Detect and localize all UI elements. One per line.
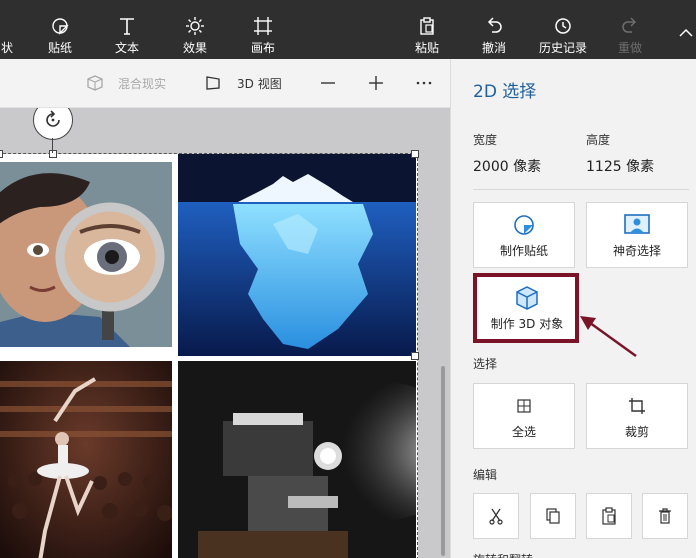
make-3d-label: 制作 3D 对象 bbox=[490, 316, 564, 331]
clipboard-icon bbox=[601, 507, 617, 525]
canvas-tool-button[interactable]: 画布 bbox=[241, 0, 285, 59]
trash-icon bbox=[658, 507, 672, 525]
vertical-scrollbar[interactable] bbox=[441, 366, 445, 556]
magic-select-label: 神奇选择 bbox=[612, 243, 661, 258]
copy-icon bbox=[545, 507, 561, 525]
photo-boy-magnifier[interactable] bbox=[0, 162, 172, 347]
crop-icon bbox=[628, 393, 646, 419]
width-label: 宽度 bbox=[473, 133, 498, 147]
sticker-icon bbox=[512, 212, 536, 238]
view-3d-label: 3D 视图 bbox=[237, 76, 282, 91]
rotate-handle[interactable] bbox=[33, 108, 73, 140]
zoom-out-button[interactable] bbox=[320, 59, 336, 107]
text-label: 文本 bbox=[114, 41, 139, 55]
shapes-tool-button[interactable]: 状 bbox=[0, 0, 22, 59]
make-3d-object-button[interactable]: 制作 3D 对象 bbox=[476, 275, 578, 341]
copy-button[interactable] bbox=[530, 493, 576, 539]
undo-button[interactable]: 撤消 bbox=[472, 0, 516, 59]
photo-projector[interactable] bbox=[178, 361, 416, 558]
cube-icon bbox=[514, 285, 540, 311]
crop-label: 裁剪 bbox=[624, 424, 649, 439]
redo-button[interactable]: 重做 bbox=[608, 0, 652, 59]
width-value[interactable]: 2000 像素 bbox=[473, 156, 541, 176]
select-section-label: 选择 bbox=[473, 357, 498, 371]
view-toolbar: 混合现实 3D 视图 bbox=[0, 59, 450, 108]
stickers-tool-button[interactable]: 贴纸 bbox=[38, 0, 82, 59]
redo-label: 重做 bbox=[617, 41, 642, 55]
sun-icon bbox=[185, 15, 205, 37]
photo-iceberg[interactable] bbox=[178, 154, 416, 356]
magic-select-icon bbox=[623, 212, 651, 238]
delete-button[interactable] bbox=[642, 493, 688, 539]
sticker-icon bbox=[50, 15, 70, 37]
divider bbox=[473, 189, 689, 190]
stickers-label: 贴纸 bbox=[47, 41, 72, 55]
undo-label: 撤消 bbox=[481, 41, 506, 55]
view-3d-icon bbox=[205, 75, 221, 91]
effects-tool-button[interactable]: 效果 bbox=[173, 0, 217, 59]
paste-button[interactable]: 粘贴 bbox=[405, 0, 449, 59]
height-label: 高度 bbox=[586, 133, 611, 147]
cut-button[interactable] bbox=[473, 493, 519, 539]
zoom-in-button[interactable] bbox=[368, 59, 384, 107]
text-tool-button[interactable]: 文本 bbox=[105, 0, 149, 59]
chevron-up-icon bbox=[678, 22, 694, 44]
shapes-label: 状 bbox=[0, 41, 13, 55]
more-options-button[interactable] bbox=[416, 59, 432, 107]
undo-icon bbox=[484, 15, 504, 37]
top-toolbar: 状 贴纸 文本 效果 画布 粘贴 撤消 历史记录 重做 bbox=[0, 0, 696, 59]
crop-button[interactable]: 裁剪 bbox=[586, 383, 688, 449]
magic-select-button[interactable]: 神奇选择 bbox=[586, 202, 688, 268]
select-all-button[interactable]: 全选 bbox=[473, 383, 575, 449]
scissors-icon bbox=[488, 507, 504, 525]
rotate-connector bbox=[52, 138, 53, 153]
mixed-reality-button[interactable]: 混合现实 bbox=[86, 59, 166, 107]
canvas-label: 画布 bbox=[250, 41, 275, 55]
collapse-toolbar-button[interactable] bbox=[676, 0, 696, 59]
canvas-icon bbox=[253, 15, 273, 37]
height-value[interactable]: 1125 像素 bbox=[586, 156, 654, 176]
rotate-icon bbox=[42, 109, 64, 131]
make-sticker-button[interactable]: 制作贴纸 bbox=[473, 202, 575, 268]
history-button[interactable]: 历史记录 bbox=[535, 0, 591, 59]
edit-section-label: 编辑 bbox=[473, 468, 498, 482]
canvas[interactable] bbox=[0, 154, 418, 558]
history-label: 历史记录 bbox=[538, 41, 587, 55]
selection-panel: 2D 选择 宽度 高度 2000 像素 1125 像素 制作贴纸 神奇选择 制作… bbox=[450, 59, 696, 558]
make-sticker-label: 制作贴纸 bbox=[499, 243, 548, 258]
plus-icon bbox=[368, 75, 384, 91]
canvas-area[interactable] bbox=[0, 108, 450, 558]
panel-title: 2D 选择 bbox=[473, 82, 537, 102]
minus-icon bbox=[320, 75, 336, 91]
clipboard-icon bbox=[417, 15, 437, 37]
mixed-reality-icon bbox=[86, 75, 104, 91]
mixed-reality-label: 混合现实 bbox=[118, 76, 167, 91]
select-all-label: 全选 bbox=[511, 424, 536, 439]
history-icon bbox=[553, 15, 573, 37]
paste-panel-button[interactable] bbox=[586, 493, 632, 539]
effects-label: 效果 bbox=[182, 41, 207, 55]
more-icon bbox=[416, 80, 432, 86]
paste-label: 粘贴 bbox=[414, 41, 439, 55]
redo-icon bbox=[620, 15, 640, 37]
annotation-arrow bbox=[578, 312, 640, 364]
rotate-flip-section-label: 旋转和翻转 bbox=[473, 551, 533, 558]
view-3d-button[interactable]: 3D 视图 bbox=[205, 59, 282, 107]
text-icon bbox=[117, 15, 137, 37]
select-all-icon bbox=[516, 393, 532, 419]
photo-ballerina[interactable] bbox=[0, 361, 172, 558]
